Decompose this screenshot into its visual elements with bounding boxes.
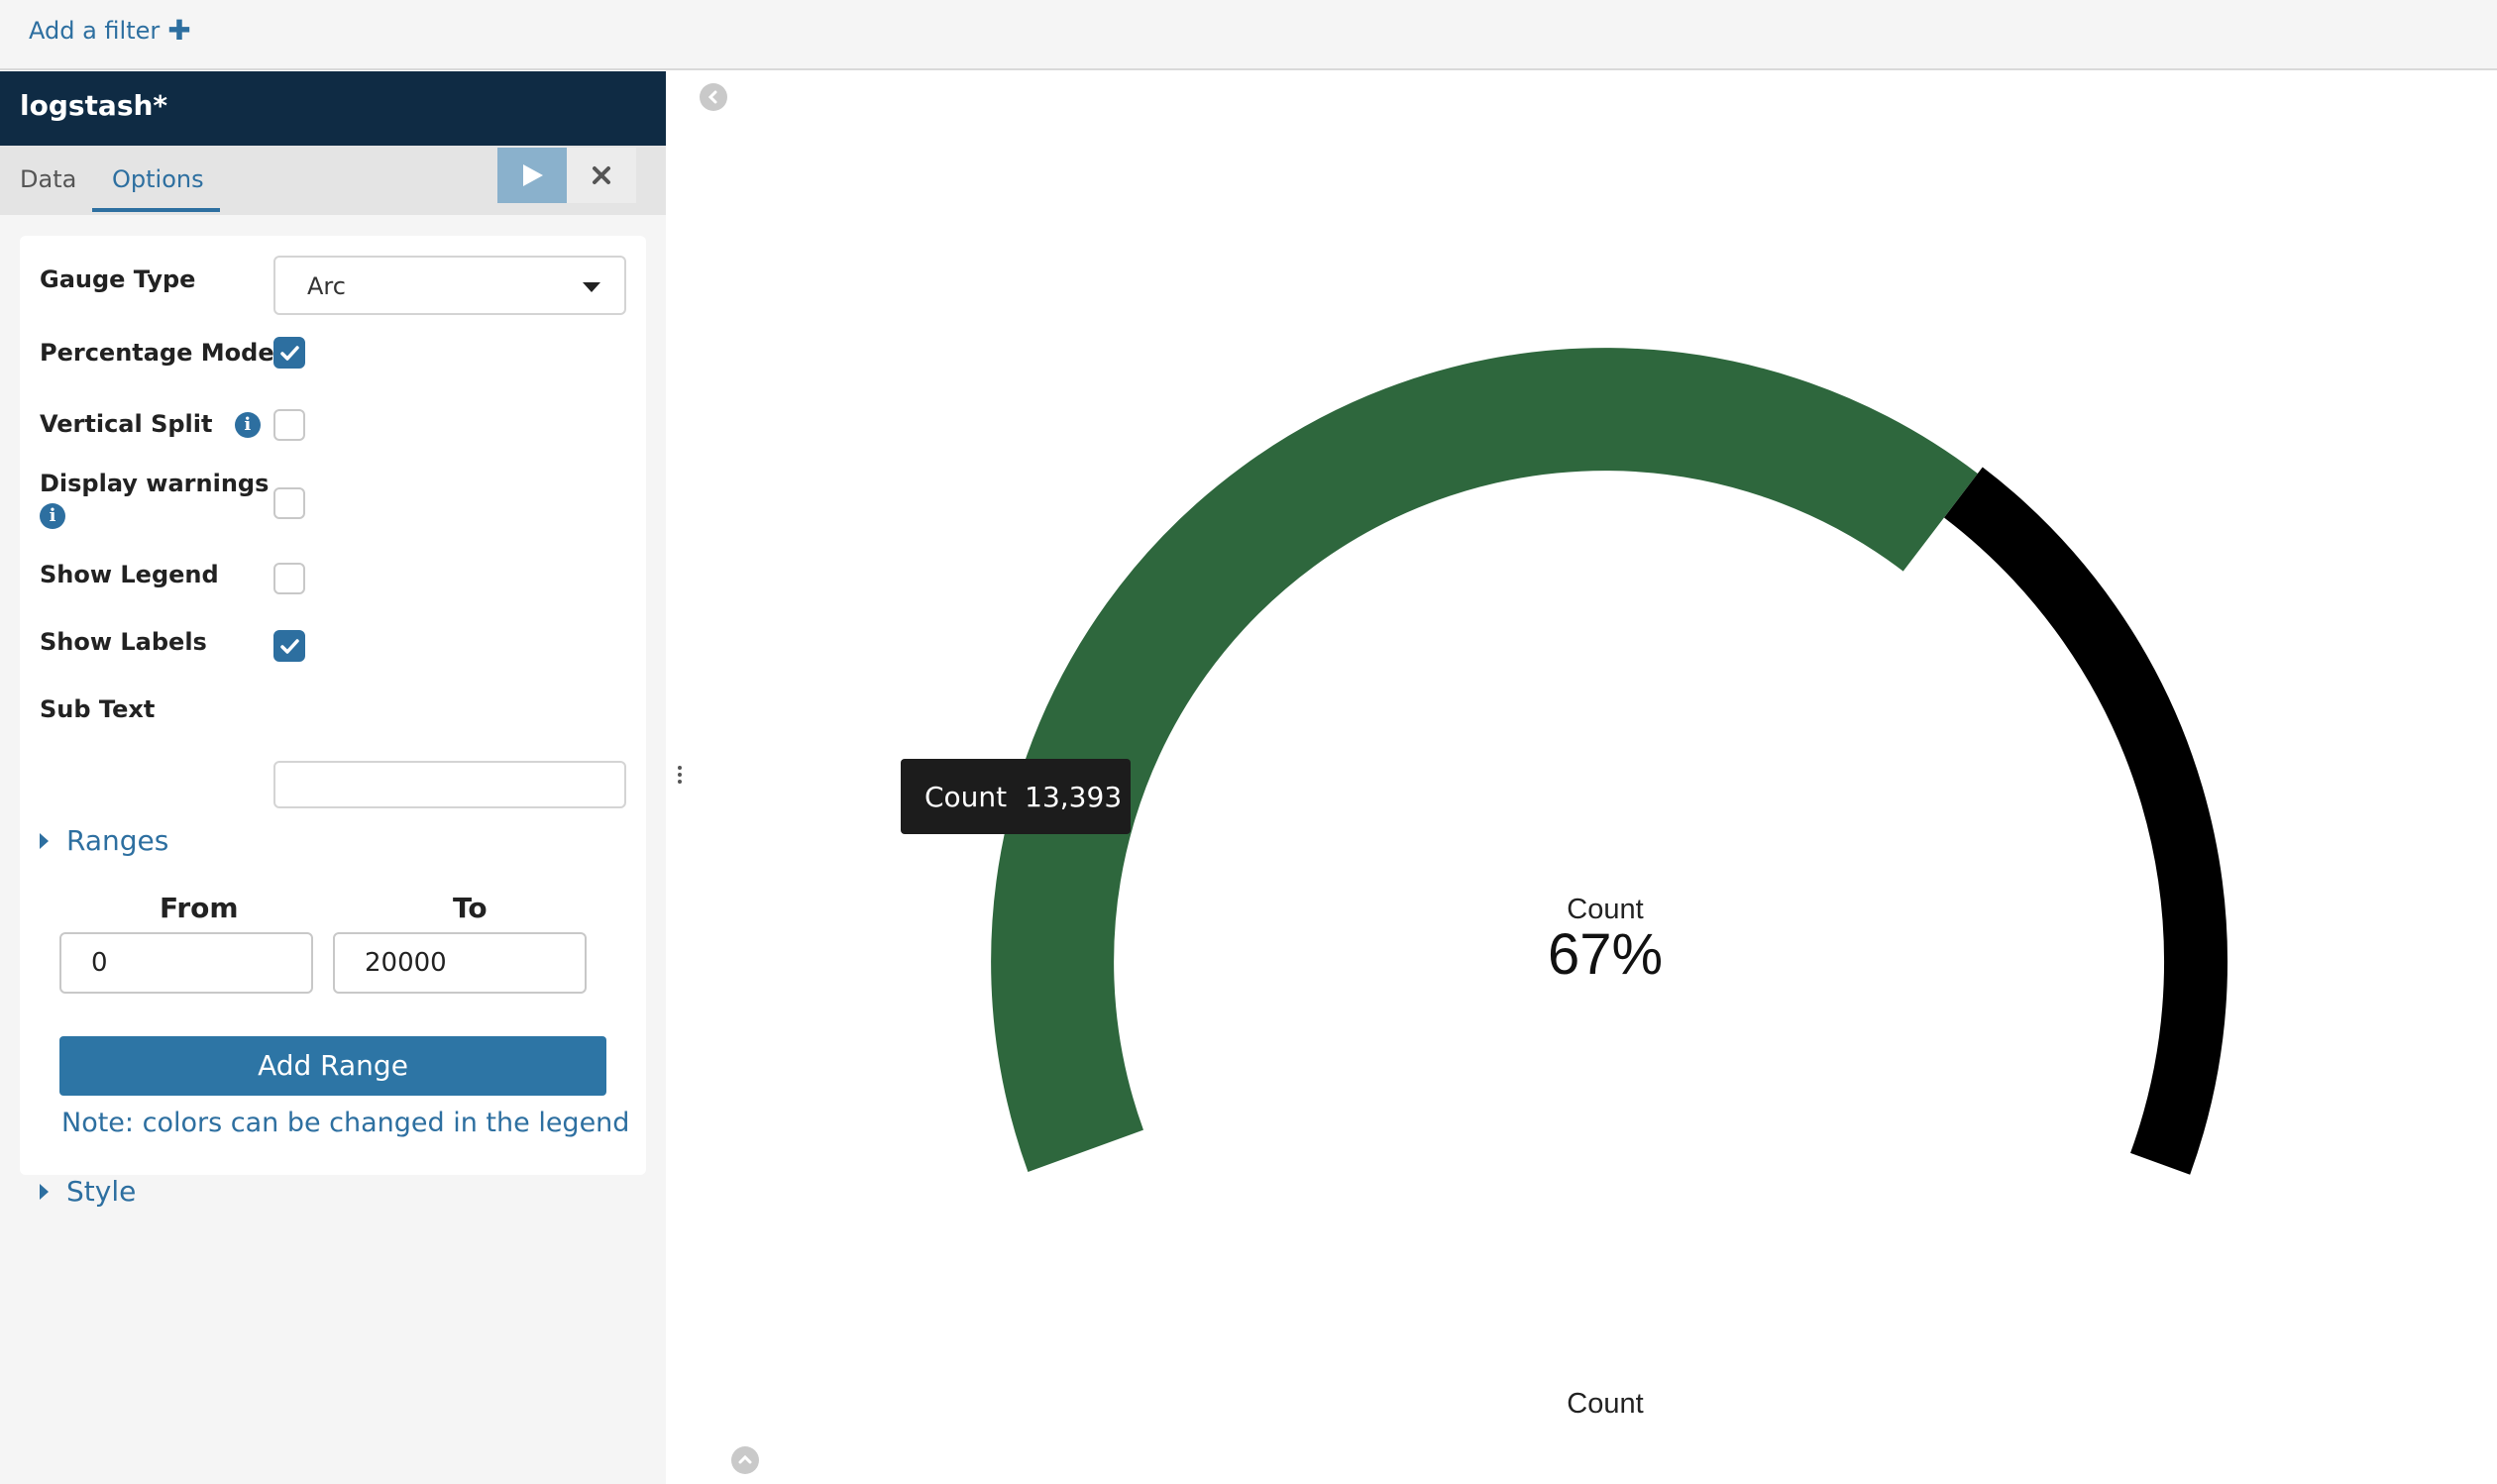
tab-options[interactable]: Options (112, 165, 204, 193)
show-legend-checkbox[interactable] (273, 563, 305, 594)
percentage-mode-checkbox[interactable] (273, 337, 305, 369)
add-filter-link[interactable]: Add a filter ✚ (29, 14, 191, 47)
display-warnings-checkbox[interactable] (273, 487, 305, 519)
gauge-tooltip: Count 13,393 (901, 759, 1131, 834)
sub-text-input[interactable] (273, 761, 626, 808)
show-labels-label: Show Labels (40, 628, 207, 656)
close-icon (593, 166, 610, 184)
ranges-toggle[interactable]: Ranges (40, 824, 168, 857)
caret-right-icon (40, 1183, 49, 1200)
caret-right-icon (40, 832, 49, 849)
gauge-type-select[interactable]: Arc (273, 256, 626, 315)
gauge-percent-label: 67% (1548, 922, 1663, 987)
from-column-header: From (160, 892, 239, 924)
vertical-split-text: Vertical Split (40, 410, 213, 438)
gauge-metric-label: Count (1567, 894, 1643, 925)
display-warnings-label: Display warnings (40, 470, 270, 497)
toggle-bottom-panel-button[interactable] (731, 1446, 759, 1474)
tooltip-label: Count (924, 780, 1008, 813)
play-icon (523, 164, 543, 186)
index-pattern-header: logstash* (0, 71, 666, 146)
gauge-value-arc[interactable] (991, 348, 1978, 1172)
style-label: Style (66, 1175, 137, 1208)
show-labels-checkbox[interactable] (273, 630, 305, 662)
chevron-down-icon (583, 282, 600, 292)
to-column-header: To (453, 892, 488, 924)
gauge-remaining-arc (1943, 467, 2227, 1175)
sidebar-resize-handle[interactable] (675, 763, 685, 793)
gauge-type-label: Gauge Type (40, 265, 196, 293)
options-panel: Gauge Type Arc Percentage Mode Vertical … (20, 236, 646, 1208)
sub-text-label: Sub Text (40, 695, 156, 723)
filter-bar: Add a filter ✚ (0, 0, 2497, 70)
discard-changes-button[interactable] (567, 148, 636, 203)
legend-colors-note: Note: colors can be changed in the legen… (61, 1108, 630, 1138)
add-filter-label: Add a filter (29, 17, 161, 45)
style-toggle[interactable]: Style (40, 1175, 136, 1208)
info-icon[interactable]: i (40, 503, 65, 529)
range-from-input[interactable]: 0 (59, 932, 313, 994)
vertical-split-checkbox[interactable] (273, 409, 305, 441)
editor-sidebar: logstash* Data Options Gauge Type Arc Pe… (0, 71, 666, 1484)
plus-icon: ✚ (167, 14, 191, 47)
collapse-sidebar-button[interactable] (700, 83, 727, 111)
apply-changes-button[interactable] (497, 148, 567, 203)
percentage-mode-label: Percentage Mode (40, 339, 274, 367)
gauge-type-value: Arc (307, 272, 346, 300)
active-tab-indicator (92, 208, 220, 212)
chevron-left-icon (707, 90, 717, 104)
add-range-button[interactable]: Add Range (59, 1036, 606, 1096)
tab-data[interactable]: Data (20, 165, 76, 193)
checkmark-icon (280, 346, 299, 361)
vertical-split-label: Vertical Split i (40, 410, 261, 438)
chevron-up-icon (738, 1454, 752, 1464)
ranges-label: Ranges (66, 824, 169, 857)
index-pattern-title: logstash* (20, 89, 168, 122)
checkmark-icon (280, 639, 299, 654)
tooltip-value: 13,393 (1025, 780, 1123, 813)
info-icon[interactable]: i (234, 412, 261, 438)
gauge-bottom-label: Count (1567, 1388, 1643, 1420)
range-to-input[interactable]: 20000 (333, 932, 587, 994)
show-legend-label: Show Legend (40, 561, 219, 588)
